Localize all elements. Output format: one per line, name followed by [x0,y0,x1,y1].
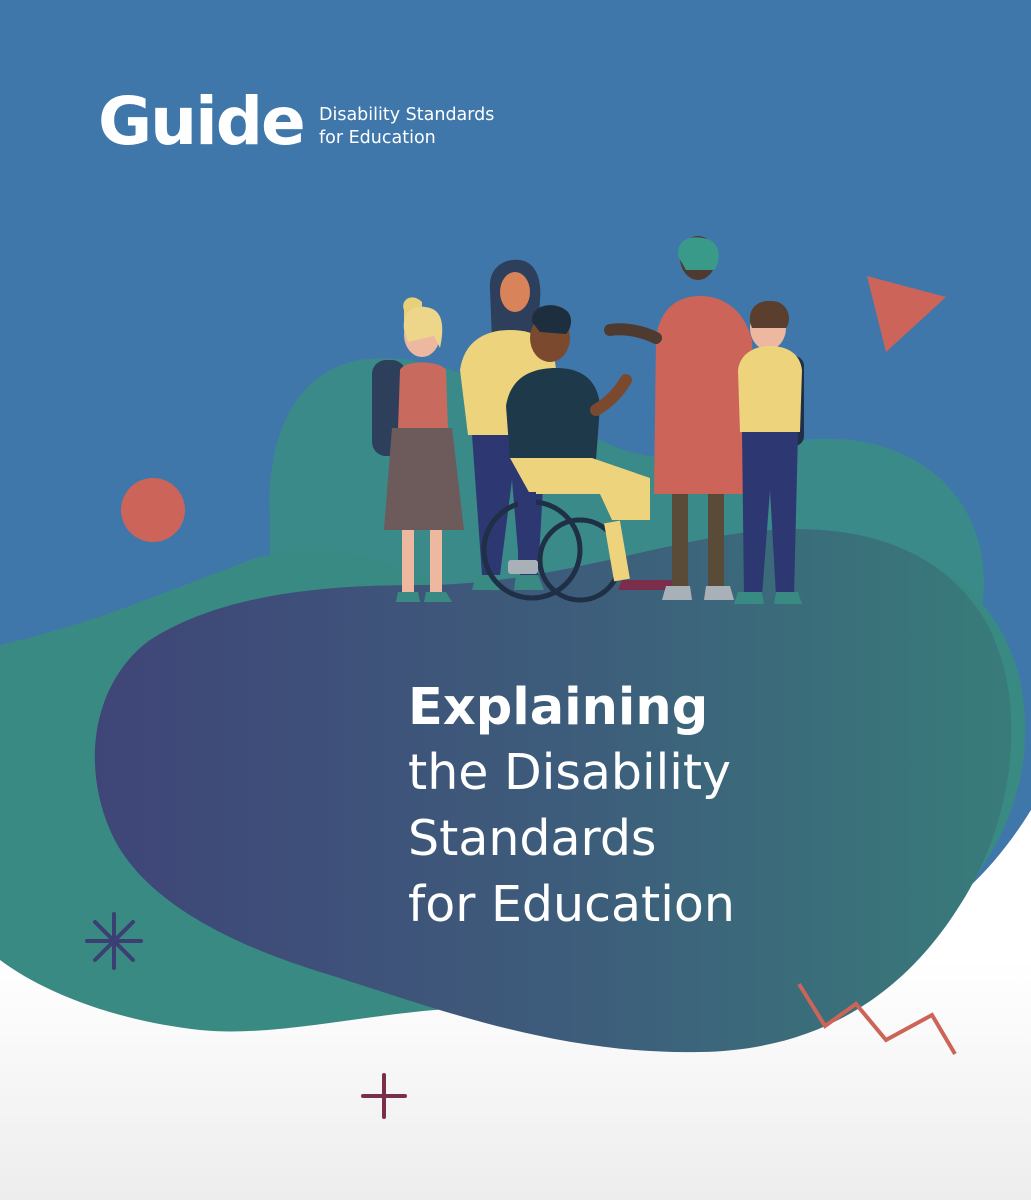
guide-subtitle-line-1: Disability Standards [319,105,495,125]
asterisk-icon [85,912,143,970]
title-line-1: Explaining [408,678,709,737]
cover-page: Guide Disability Standards for Education… [0,0,1031,1200]
person-girl-backpack [372,297,464,602]
document-title: Explaining the Disability Standards for … [408,676,735,938]
person-woman-coral-dress [604,236,756,600]
circle-icon [121,478,185,542]
title-line-3: Standards [408,810,657,867]
title-line-2: the Disability [408,744,732,801]
guide-subtitle-line-2: for Education [319,128,436,148]
guide-label: Guide [98,83,306,160]
title-line-4: for Education [408,876,735,933]
students-illustration [372,236,804,604]
guide-subtitle: Disability Standards for Education [319,104,494,150]
